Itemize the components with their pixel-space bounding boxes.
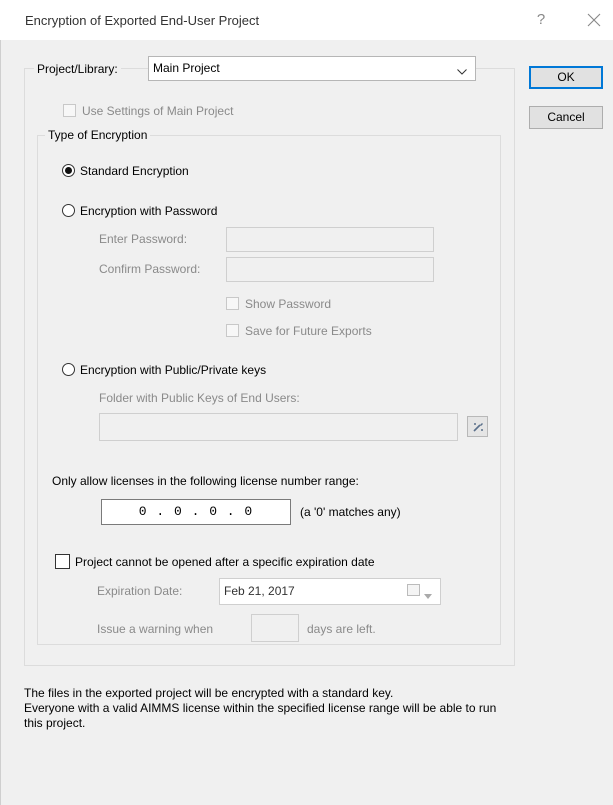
expiration-date-value: Feb 21, 2017 — [224, 584, 295, 598]
password-encryption-label: Encryption with Password — [80, 204, 218, 218]
description-text: The files in the exported project will b… — [24, 686, 604, 731]
warning-days-input[interactable] — [251, 614, 299, 642]
enter-password-input[interactable] — [226, 227, 434, 252]
public-keys-folder-input[interactable] — [99, 413, 458, 441]
project-library-select[interactable]: Main Project — [148, 56, 476, 81]
standard-encryption-label: Standard Encryption — [80, 164, 189, 178]
license-range-input[interactable]: 0 . 0 . 0 . 0 — [101, 499, 291, 525]
warning-prefix-label: Issue a warning when — [97, 622, 214, 636]
warning-suffix-label: days are left. — [307, 622, 376, 636]
expiration-checkbox[interactable] — [55, 554, 70, 569]
description-line: Everyone with a valid AIMMS license with… — [24, 701, 497, 715]
project-library-value: Main Project — [153, 61, 220, 75]
description-line: this project. — [24, 716, 86, 730]
window-title: Encryption of Exported End-User Project — [25, 13, 260, 28]
keys-encryption-label: Encryption with Public/Private keys — [80, 363, 267, 377]
help-button[interactable]: ? — [533, 11, 549, 28]
keys-encryption-radio[interactable] — [62, 363, 75, 376]
calendar-icon — [407, 584, 420, 596]
use-settings-label: Use Settings of Main Project — [82, 104, 234, 118]
ok-button[interactable]: OK — [529, 66, 603, 89]
title-bar: Encryption of Exported End-User Project … — [0, 0, 613, 40]
encryption-type-legend: Type of Encryption — [45, 128, 151, 142]
show-password-label: Show Password — [245, 297, 332, 311]
chevron-down-icon — [457, 64, 467, 78]
expiration-checkbox-label: Project cannot be opened after a specifi… — [75, 555, 375, 569]
expiration-date-picker[interactable]: Feb 21, 2017 — [219, 578, 441, 605]
license-range-label: Only allow licenses in the following lic… — [52, 474, 359, 488]
confirm-password-input[interactable] — [226, 257, 434, 282]
cancel-button[interactable]: Cancel — [529, 106, 603, 129]
license-range-hint: (a '0' matches any) — [300, 505, 401, 519]
standard-encryption-radio[interactable] — [62, 164, 75, 177]
project-library-label: Project/Library: — [34, 62, 121, 76]
use-settings-checkbox[interactable] — [63, 104, 76, 117]
expiration-date-label: Expiration Date: — [97, 584, 183, 598]
chevron-down-icon — [424, 588, 432, 602]
enter-password-label: Enter Password: — [99, 232, 188, 246]
window-left-border — [0, 40, 1, 805]
public-keys-folder-label: Folder with Public Keys of End Users: — [99, 391, 300, 405]
folder-browse-icon[interactable] — [467, 416, 488, 437]
description-line: The files in the exported project will b… — [24, 686, 394, 700]
save-future-checkbox[interactable] — [226, 324, 239, 337]
close-icon[interactable] — [586, 12, 602, 28]
password-encryption-radio[interactable] — [62, 204, 75, 217]
show-password-checkbox[interactable] — [226, 297, 239, 310]
confirm-password-label: Confirm Password: — [99, 262, 201, 276]
save-future-label: Save for Future Exports — [245, 324, 372, 338]
